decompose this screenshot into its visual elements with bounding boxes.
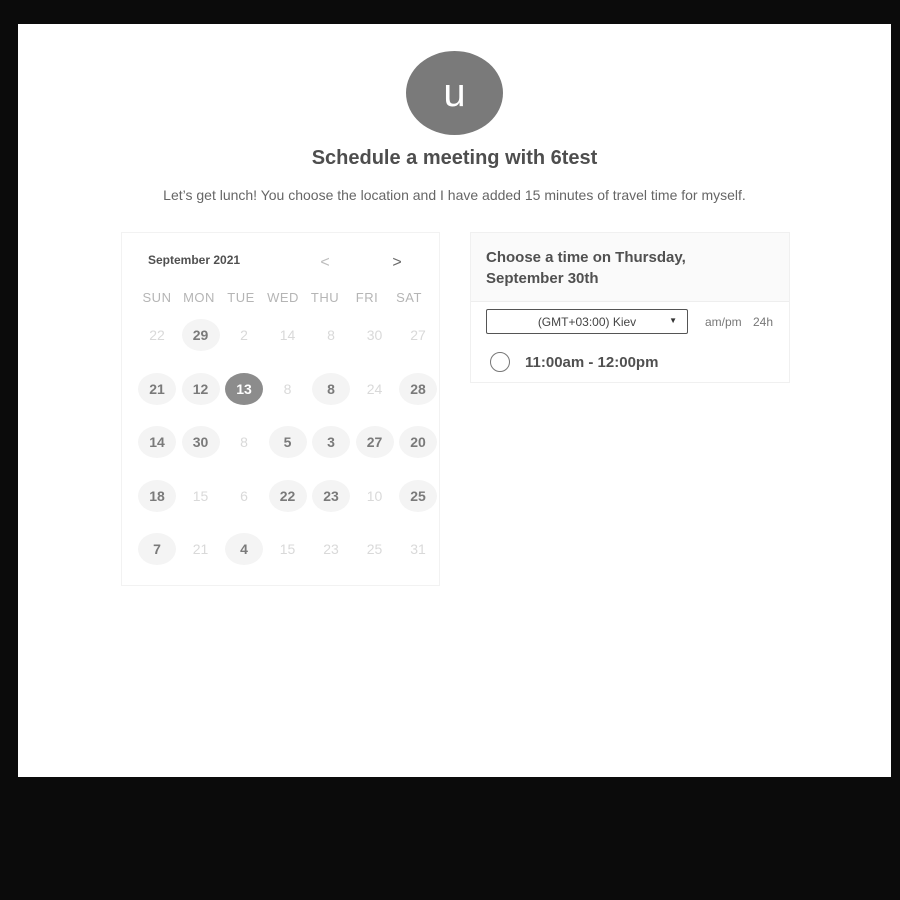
calendar-day: 8 xyxy=(283,380,292,397)
calendar-day[interactable]: 20 xyxy=(399,426,437,458)
calendar-day: 31 xyxy=(410,541,426,557)
calendar-day: 8 xyxy=(327,327,335,343)
calendar-day: 25 xyxy=(366,541,383,557)
calendar-day: 15 xyxy=(279,541,296,557)
calendar-day[interactable]: 22 xyxy=(268,479,307,512)
calendar-day: 30 xyxy=(366,327,383,343)
weekday-label: SAT xyxy=(396,290,422,305)
time-slot-option[interactable]: 11:00am - 12:00pm xyxy=(490,350,658,374)
calendar-day[interactable]: 12 xyxy=(181,372,220,405)
calendar-day: 8 xyxy=(240,434,248,450)
chevron-left-icon[interactable]: < xyxy=(313,251,337,275)
time-picker-card: Choose a time on Thursday, September 30t… xyxy=(470,232,790,383)
time-slot-label: 11:00am - 12:00pm xyxy=(525,353,659,371)
page-title: Schedule a meeting with 6test xyxy=(311,147,598,169)
calendar-day-grid: 22 29 2 14 8 30 27 21 12 13 8 8 24 28 14 30 8 5 3 27 20 18 15 6… xyxy=(138,319,442,587)
calendar-day[interactable]: 8 xyxy=(312,372,350,405)
scheduling-page: u Schedule a meeting with 6test Let’s ge… xyxy=(18,24,891,777)
calendar-day: 10 xyxy=(366,487,383,504)
chevron-right-icon[interactable]: > xyxy=(385,251,409,275)
calendar-day: 6 xyxy=(240,487,248,504)
avatar-letter: u xyxy=(443,71,466,115)
weekday-label: THU xyxy=(310,290,340,305)
calendar-day[interactable]: 21 xyxy=(138,372,176,405)
radio-button[interactable] xyxy=(490,352,510,372)
calendar-day: 22 xyxy=(149,327,165,343)
weekday-label: WED xyxy=(267,290,299,305)
calendar-day[interactable]: 7 xyxy=(138,533,176,565)
calendar-day[interactable]: 4 xyxy=(225,533,263,565)
calendar-day[interactable]: 23 xyxy=(312,479,350,512)
timezone-select[interactable]: (GMT+03:00) Kiev ▼ xyxy=(486,309,688,334)
calendar-day: 14 xyxy=(279,327,296,343)
timezone-value: (GMT+03:00) Kiev xyxy=(537,314,637,329)
weekday-label: SUN xyxy=(142,290,172,305)
calendar-month-label: September 2021 xyxy=(148,253,241,267)
calendar-day: 23 xyxy=(323,541,339,557)
time-picker-heading: Choose a time on Thursday, September 30t… xyxy=(486,249,686,287)
calendar-day[interactable]: 3 xyxy=(312,426,350,458)
caret-down-icon: ▼ xyxy=(669,316,677,325)
calendar-day[interactable]: 25 xyxy=(399,479,437,512)
calendar-day[interactable]: 30 xyxy=(181,426,220,458)
calendar-day: 27 xyxy=(410,327,426,343)
calendar-day: 15 xyxy=(192,487,209,504)
calendar-day[interactable]: 27 xyxy=(355,426,394,458)
avatar: u xyxy=(406,51,503,135)
weekday-header: SUN MON TUE WED THU FRI SAT xyxy=(136,290,430,306)
calendar-card: September 2021 < > SUN MON TUE WED THU FRI SAT… xyxy=(121,232,440,586)
calendar-day[interactable]: 28 xyxy=(399,372,437,405)
calendar-day[interactable]: 14 xyxy=(138,426,176,458)
format-ampm-toggle[interactable]: am/pm xyxy=(705,315,742,329)
weekday-label: FRI xyxy=(355,290,379,305)
weekday-label: TUE xyxy=(227,290,255,305)
calendar-day: 2 xyxy=(240,327,248,343)
calendar-day: 24 xyxy=(366,380,383,397)
calendar-day-selected[interactable]: 13 xyxy=(225,372,263,405)
weekday-label: MON xyxy=(183,290,215,305)
calendar-day[interactable]: 29 xyxy=(181,319,220,351)
calendar-day: 21 xyxy=(192,541,209,557)
meeting-description: Let’s get lunch! You choose the location… xyxy=(163,187,746,203)
calendar-day[interactable]: 5 xyxy=(268,426,307,458)
calendar-day[interactable]: 18 xyxy=(138,479,176,512)
time-picker-header: Choose a time on Thursday, September 30t… xyxy=(471,233,789,302)
format-24h-toggle[interactable]: 24h xyxy=(753,315,773,329)
